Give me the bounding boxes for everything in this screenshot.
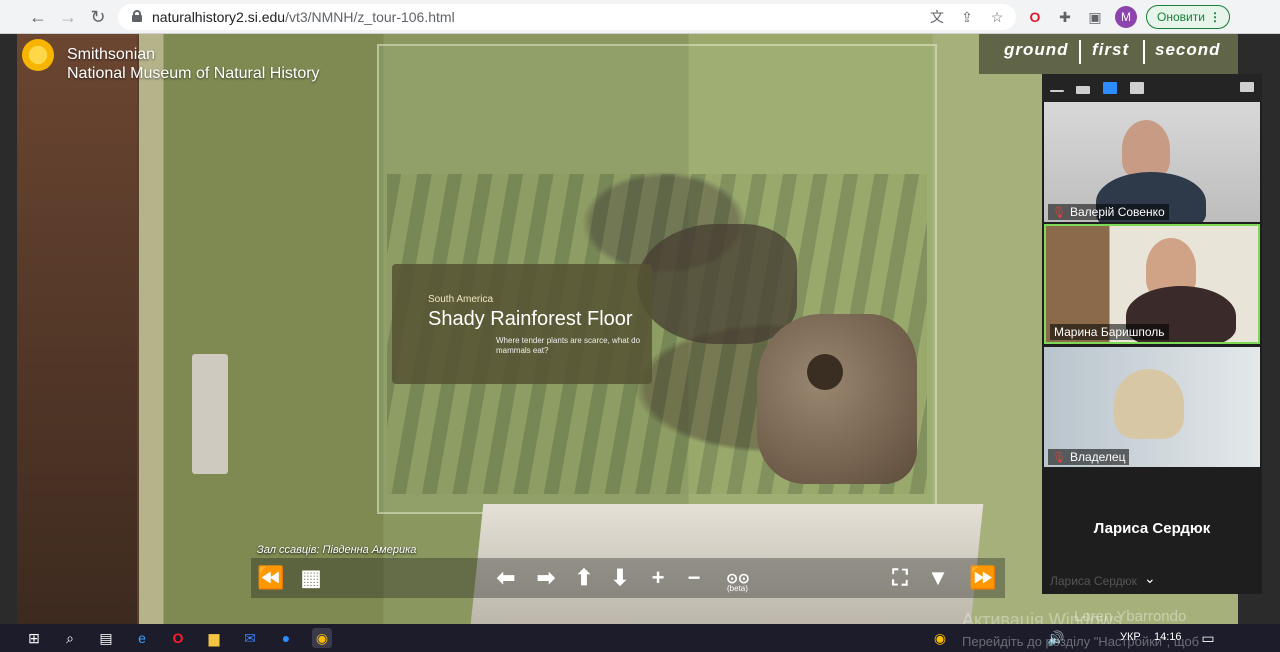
forward-icon[interactable]: → (58, 7, 78, 27)
translate-icon[interactable]: 文 (928, 8, 946, 26)
ghost-participant-label: Лариса Сердюк (1050, 574, 1137, 588)
floor-tab-second[interactable]: second (1155, 40, 1221, 60)
exhibit-sign (192, 354, 228, 474)
hide-toolbar-icon[interactable]: ▼ (925, 564, 951, 592)
logo-line1[interactable]: Smithsonian (67, 46, 155, 64)
single-view-icon[interactable] (1076, 86, 1090, 94)
lock-icon[interactable] (132, 10, 142, 22)
hall-caption: Зал ссавців: Південна Америка (257, 544, 417, 556)
zoom-in-icon[interactable]: + (645, 564, 671, 592)
floor-divider (1079, 40, 1081, 64)
fossil-rock (757, 314, 917, 484)
participant-name: 🎙 Валерій Совенко (1048, 204, 1169, 220)
zoom-app-icon[interactable]: ● (276, 628, 296, 648)
profile-avatar[interactable]: M (1115, 6, 1137, 28)
participant-video (1122, 120, 1170, 178)
participant-tile[interactable]: 🎙 Валерій Совенко (1044, 102, 1260, 222)
arrow-left-icon[interactable]: ⬅ (493, 564, 519, 592)
exhibit-subtitle: South America (428, 294, 494, 305)
arrow-down-icon[interactable]: ⬇ (607, 564, 633, 592)
wall-panel (17, 34, 137, 624)
floor-tab-ground[interactable]: ground (1004, 40, 1069, 60)
floor-divider (1143, 40, 1145, 64)
file-explorer-icon[interactable]: ▆ (204, 628, 224, 648)
update-button[interactable]: Оновити ⋮ (1146, 5, 1230, 29)
search-icon[interactable]: ⌕ (60, 628, 80, 648)
url-text[interactable]: naturalhistory2.si.edu/vt3/NMNH/z_tour-1… (152, 9, 455, 25)
participant-tile[interactable]: 🎙 Владелец (1044, 347, 1260, 467)
logo-line2[interactable]: National Museum of Natural History (67, 65, 320, 83)
exit-fullscreen-icon[interactable] (1240, 82, 1254, 92)
task-view-icon[interactable]: ▤ (96, 628, 116, 648)
grid-icon[interactable]: ▦ (297, 564, 325, 592)
reload-icon[interactable]: ↻ (88, 7, 108, 27)
chrome-icon[interactable]: ◉ (312, 628, 332, 648)
back-icon[interactable]: ← (28, 7, 48, 27)
fast-forward-icon[interactable]: ⏩ (967, 564, 999, 592)
mic-muted-icon: 🎙 (1052, 207, 1066, 219)
sidebar-icon[interactable]: ▣ (1085, 7, 1105, 27)
smithsonian-sun-icon[interactable] (22, 39, 54, 71)
zoom-video-panel: 🎙 Валерій Совенко Марина Баришполь 🎙 Владе… (1042, 74, 1262, 594)
vr-beta-label: (beta) (727, 584, 748, 593)
anteater-specimen (637, 224, 797, 344)
windows-activation-hint: Перейдіть до розділу "Настройки", щоб (962, 634, 1200, 649)
arrow-up-icon[interactable]: ⬆ (571, 564, 597, 592)
zoom-out-icon[interactable]: − (681, 564, 707, 592)
chevron-down-icon[interactable]: ⌄ (1144, 570, 1156, 587)
ghost-participant-name: Loren Ybarrondo (1074, 608, 1187, 625)
rewind-icon[interactable]: ⏪ (255, 564, 287, 592)
address-bar[interactable]: naturalhistory2.si.edu/vt3/NMNH/z_tour-1… (118, 4, 1016, 30)
exhibit-description: Where tender plants are scarce, what do … (496, 336, 641, 355)
minimize-icon[interactable] (1050, 90, 1064, 92)
mic-muted-icon: 🎙 (1052, 452, 1066, 464)
tour-toolbar: ⏪ ▦ ⬅ ➡ ⬆ ⬇ + − ⊙⊙ (beta) ⛶ ▼ ⏩ (251, 558, 1005, 598)
edge-icon[interactable]: e (132, 628, 152, 648)
gallery-view-icon[interactable] (1130, 82, 1144, 94)
floor-tab-first[interactable]: first (1092, 40, 1129, 60)
more-icon[interactable]: ⋮ (1209, 6, 1221, 28)
arrow-right-icon[interactable]: ➡ (533, 564, 559, 592)
notifications-icon[interactable]: ▭ (1198, 628, 1218, 648)
participant-video (1114, 369, 1184, 439)
extensions-icon[interactable]: ✚ (1055, 7, 1075, 27)
participant-name: 🎙 Владелец (1048, 449, 1130, 465)
opera-icon[interactable]: O (1025, 7, 1045, 27)
mail-icon[interactable]: ✉ (240, 628, 260, 648)
fullscreen-icon[interactable]: ⛶ (887, 564, 913, 592)
share-icon[interactable]: ⇪ (958, 8, 976, 26)
participant-name: Марина Баришполь (1050, 324, 1169, 340)
speaker-view-icon[interactable] (1103, 82, 1117, 94)
floor-navigation: ground first second (979, 34, 1238, 74)
participant-name-tile[interactable]: Лариса Сердюк (1044, 499, 1260, 559)
windows-taskbar: ⊞ ⌕ ▤ e O ▆ ✉ ● ◉ ◉ 🔊 УКР 14:16 ▭ Перейд… (0, 624, 1280, 652)
chrome-tray-icon[interactable]: ◉ (930, 628, 950, 648)
star-icon[interactable]: ☆ (988, 8, 1006, 26)
opera-taskbar-icon[interactable]: O (168, 628, 188, 648)
exhibit-banner: South America Shady Rainforest Floor Whe… (392, 264, 652, 384)
browser-toolbar: ← → ↻ naturalhistory2.si.edu/vt3/NMNH/z_… (0, 0, 1280, 34)
zoom-panel-header (1042, 74, 1262, 102)
participant-tile-active[interactable]: Марина Баришполь (1044, 224, 1260, 344)
windows-start-icon[interactable]: ⊞ (24, 628, 44, 648)
exhibit-title: Shady Rainforest Floor (428, 308, 633, 330)
update-label: Оновити (1157, 10, 1205, 24)
